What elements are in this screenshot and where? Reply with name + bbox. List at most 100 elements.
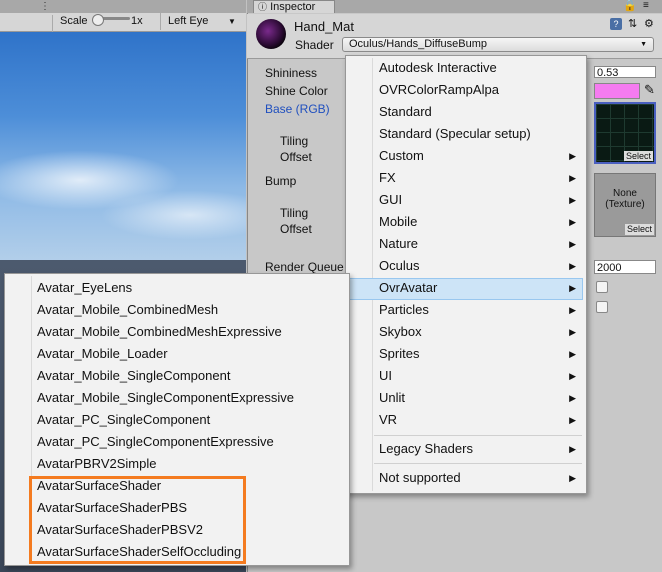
submenu-item[interactable]: AvatarPBRV2Simple: [5, 453, 349, 475]
menu-icon[interactable]: ⋮: [40, 1, 50, 12]
submenu-item[interactable]: Avatar_Mobile_CombinedMeshExpressive: [5, 321, 349, 343]
game-view-toolbar: Scale 1x Left Eye ▼: [0, 13, 246, 32]
select-button[interactable]: Select: [624, 224, 654, 235]
chevron-right-icon: ▶: [569, 261, 576, 271]
chevron-right-icon: ▶: [569, 195, 576, 205]
menu-item[interactable]: Oculus ▶: [346, 255, 584, 277]
scale-slider-handle[interactable]: [92, 14, 104, 26]
menu-icon[interactable]: ≡: [643, 0, 649, 11]
menu-item[interactable]: Not supported ▶: [346, 467, 584, 489]
shine-color-swatch[interactable]: [594, 83, 640, 99]
render-queue-value: 2000: [597, 262, 622, 274]
menu-item[interactable]: Particles ▶: [346, 299, 584, 321]
menu-item-label: Not supported: [379, 470, 461, 485]
menu-item[interactable]: VR ▶: [346, 409, 584, 431]
menu-item[interactable]: Standard: [346, 101, 584, 123]
material-name: Hand_Mat: [294, 19, 354, 34]
menu-item[interactable]: Mobile ▶: [346, 211, 584, 233]
menu-item-label: Standard (Specular setup): [379, 126, 531, 141]
eyedropper-icon[interactable]: ✎: [644, 82, 655, 98]
checkbox[interactable]: [596, 281, 608, 293]
help-icon[interactable]: ?: [610, 18, 622, 30]
submenu-item-label: Avatar_Mobile_SingleComponentExpressive: [37, 390, 295, 405]
menu-item[interactable]: Skybox ▶: [346, 321, 584, 343]
menu-item-label: Legacy Shaders: [379, 441, 473, 456]
material-preview-icon: [256, 19, 286, 49]
menu-item[interactable]: Legacy Shaders ▶: [346, 438, 584, 460]
shine-color-label: Shine Color: [265, 84, 328, 98]
bump-label: Bump: [265, 174, 297, 188]
offset-label: Offset: [280, 150, 312, 164]
texture-none-text: None (Texture): [605, 188, 645, 210]
lock-icon[interactable]: 🔒: [623, 0, 637, 12]
submenu-item[interactable]: Avatar_PC_SingleComponent: [5, 409, 349, 431]
chevron-right-icon: ▶: [569, 151, 576, 161]
chevron-down-icon[interactable]: ▼: [228, 17, 236, 26]
menu-item[interactable]: Sprites ▶: [346, 343, 584, 365]
submenu-item-label: Avatar_PC_SingleComponent: [37, 412, 211, 427]
highlight-annotation-box: [29, 476, 246, 564]
display-dropdown[interactable]: Left Eye: [168, 15, 208, 27]
menu-item-label: Particles: [379, 302, 429, 317]
shader-menu: Autodesk Interactive OVRColorRampAlpa St…: [345, 55, 587, 494]
submenu-item[interactable]: Avatar_Mobile_SingleComponent: [5, 365, 349, 387]
menu-item[interactable]: Standard (Specular setup): [346, 123, 584, 145]
base-texture-slot[interactable]: Select: [594, 102, 656, 164]
chevron-right-icon: ▶: [569, 393, 576, 403]
tiling-label: Tiling: [280, 134, 309, 148]
menu-item-label: Custom: [379, 148, 424, 163]
submenu-item-label: Avatar_Mobile_CombinedMesh: [37, 302, 219, 317]
menu-item-label: OVRColorRampAlpa: [379, 82, 499, 97]
menu-item-label: OvrAvatar: [379, 280, 438, 295]
submenu-item[interactable]: Avatar_Mobile_SingleComponentExpressive: [5, 387, 349, 409]
chevron-right-icon: ▶: [569, 444, 576, 454]
gear-icon[interactable]: ⚙: [644, 17, 654, 30]
menu-item-ovravatar[interactable]: OvrAvatar ▶: [346, 277, 584, 299]
submenu-item[interactable]: Avatar_EyeLens: [5, 277, 349, 299]
menu-item[interactable]: OVRColorRampAlpa: [346, 79, 584, 101]
menu-item-label: Oculus: [379, 258, 420, 273]
chevron-right-icon: ▶: [569, 217, 576, 227]
menu-item-label: Skybox: [379, 324, 422, 339]
render-queue-label: Render Queue: [265, 260, 344, 274]
checkbox[interactable]: [596, 301, 608, 313]
select-button[interactable]: Select: [623, 151, 653, 161]
scene-tab-strip: ⋮: [0, 0, 246, 13]
submenu-item[interactable]: Avatar_Mobile_CombinedMesh: [5, 299, 349, 321]
submenu-item[interactable]: Avatar_Mobile_Loader: [5, 343, 349, 365]
menu-item[interactable]: Unlit ▶: [346, 387, 584, 409]
offset-label: Offset: [280, 222, 312, 236]
bump-texture-slot[interactable]: None (Texture) Select: [594, 173, 656, 237]
chevron-right-icon: ▶: [569, 283, 576, 293]
chevron-right-icon: ▶: [569, 473, 576, 483]
submenu-item-label: Avatar_EyeLens: [37, 280, 133, 295]
menu-item[interactable]: Nature ▶: [346, 233, 584, 255]
tab-inspector[interactable]: ⓘ Inspector: [253, 0, 335, 13]
settings-icon[interactable]: ⇅: [628, 17, 637, 30]
menu-separator: [374, 435, 582, 436]
shininess-field[interactable]: 0.53: [594, 66, 656, 79]
render-queue-field[interactable]: 2000: [594, 260, 656, 274]
submenu-item[interactable]: Avatar_PC_SingleComponentExpressive: [5, 431, 349, 453]
menu-item-label: Standard: [379, 104, 432, 119]
menu-item-label: GUI: [379, 192, 403, 207]
scale-label: Scale: [60, 15, 88, 27]
menu-item-label: Mobile: [379, 214, 418, 229]
chevron-right-icon: ▶: [569, 327, 576, 337]
menu-item[interactable]: FX ▶: [346, 167, 584, 189]
menu-item[interactable]: UI ▶: [346, 365, 584, 387]
scale-value: 1x: [131, 15, 143, 27]
chevron-right-icon: ▶: [569, 173, 576, 183]
shader-dropdown[interactable]: Oculus/Hands_DiffuseBump ▼: [342, 37, 654, 52]
menu-item-label: VR: [379, 412, 398, 427]
menu-item[interactable]: Custom ▶: [346, 145, 584, 167]
shininess-value: 0.53: [597, 67, 619, 79]
chevron-right-icon: ▶: [569, 371, 576, 381]
submenu-item-label: Avatar_PC_SingleComponentExpressive: [37, 434, 274, 449]
menu-item-label: UI: [379, 368, 392, 383]
tab-inspector-label: Inspector: [270, 1, 316, 13]
tiling-label: Tiling: [280, 206, 309, 220]
menu-item[interactable]: GUI ▶: [346, 189, 584, 211]
menu-item[interactable]: Autodesk Interactive: [346, 57, 584, 79]
menu-item-label: Autodesk Interactive: [379, 60, 497, 75]
